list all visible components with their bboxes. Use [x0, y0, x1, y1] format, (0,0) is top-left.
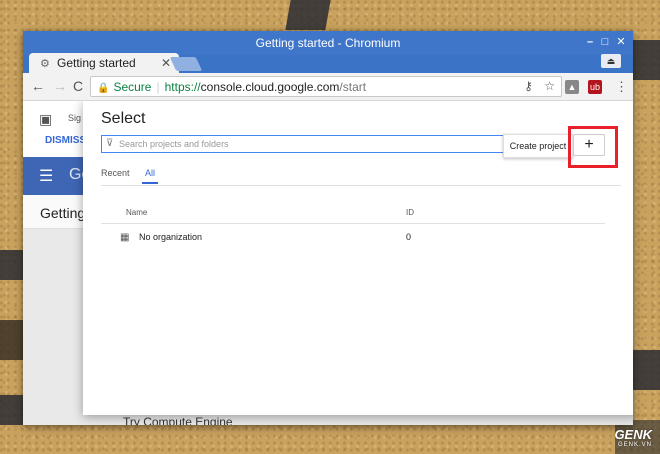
dismiss-button[interactable]: DISMISS	[45, 135, 86, 146]
url-host: console.cloud.google.com	[200, 80, 340, 94]
back-icon[interactable]: ←	[31, 78, 45, 94]
minimize-button[interactable]: –	[583, 35, 597, 49]
browser-toolbar: ← → C 🔒 Secure | https://console.cloud.goog…	[23, 73, 633, 101]
reload-icon[interactable]: C	[73, 78, 83, 94]
forward-icon[interactable]: →	[53, 78, 67, 94]
divider	[101, 185, 621, 186]
desktop-shape	[632, 350, 660, 390]
search-box[interactable]: ⊽	[101, 135, 511, 153]
dialog-title: Select	[101, 110, 146, 127]
desktop-shape	[285, 0, 331, 30]
create-project-tooltip: Create project	[503, 134, 573, 158]
tab-all[interactable]: All	[145, 168, 155, 178]
building-icon: ▦	[120, 232, 130, 243]
table-row[interactable]: ▦ No organization 0	[101, 224, 605, 248]
url-scheme: https://	[164, 80, 201, 94]
watermark-sub: GENK.VN	[617, 442, 652, 448]
tab-getting-started[interactable]: ⚙ Getting started ✕	[29, 53, 179, 73]
select-project-dialog: Select ⊽ Create project + Recent All Nam…	[83, 101, 633, 415]
url-separator: |	[156, 80, 160, 94]
url-path: /start	[339, 80, 367, 94]
page-content: ▣ Sig DISMISS ☰ Go Getting Try Compute E…	[23, 101, 633, 425]
column-header-name[interactable]: Name	[126, 208, 147, 217]
ublock-icon[interactable]: ub	[588, 80, 602, 94]
key-icon[interactable]: ⚷	[524, 79, 533, 93]
watermark-brand: GENK	[614, 427, 652, 442]
hamburger-icon[interactable]: ☰	[39, 166, 53, 186]
search-input[interactable]	[119, 137, 499, 151]
star-icon[interactable]: ☆	[544, 79, 555, 93]
column-header-id[interactable]: ID	[406, 208, 414, 217]
row-name: No organization	[139, 232, 203, 242]
filter-icon: ⊽	[106, 138, 114, 149]
gift-icon: ▣	[39, 111, 53, 127]
window-title: Getting started - Chromium	[255, 36, 401, 50]
row-id: 0	[406, 232, 412, 242]
highlight-box	[568, 126, 618, 168]
omnibox-actions: ⚷ ☆	[516, 79, 555, 93]
desktop-shape	[630, 40, 660, 80]
tab-strip: ⚙ Getting started ✕ ⏏	[23, 51, 633, 73]
maximize-button[interactable]: □	[598, 35, 612, 49]
banner-text: Sig	[68, 113, 82, 123]
extension-icon[interactable]: ▲	[565, 80, 579, 94]
tab-title: Getting started	[57, 56, 136, 70]
bottom-text: Try Compute Engine	[123, 415, 233, 425]
active-tab-indicator	[142, 182, 158, 184]
menu-icon[interactable]: ⋮	[615, 79, 628, 95]
browser-window: Getting started - Chromium – □ ✕ ⚙ Getti…	[23, 31, 633, 425]
watermark-logo: GENK GENK.VN	[614, 427, 652, 448]
profile-button[interactable]: ⏏	[601, 54, 621, 68]
desktop-shape	[0, 250, 24, 280]
address-bar[interactable]: 🔒 Secure | https://console.cloud.google.com…	[90, 76, 562, 97]
new-tab-button[interactable]	[169, 57, 203, 71]
close-window-button[interactable]: ✕	[614, 35, 628, 49]
tab-recent[interactable]: Recent	[101, 168, 130, 178]
secure-label: Secure	[113, 80, 152, 94]
desktop-shape	[0, 320, 24, 360]
gear-icon: ⚙	[40, 58, 50, 70]
lock-icon: 🔒	[97, 83, 110, 94]
